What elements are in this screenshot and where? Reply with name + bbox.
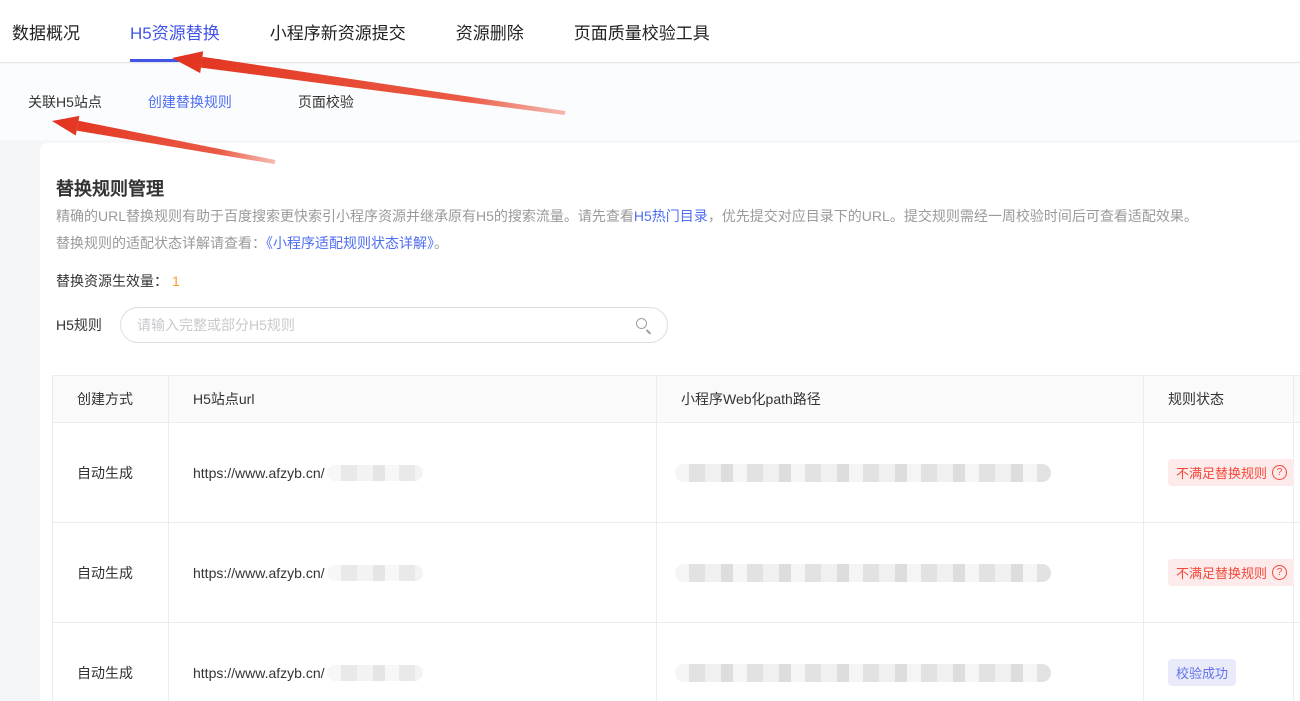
subtab-page-check[interactable]: 页面校验 [298,92,354,112]
table-row-2-url: https://www.afzyb.cn/ [169,523,657,623]
redacted-path-segment [675,664,1051,682]
redacted-url-segment [327,665,423,681]
desc-line1-text: 精确的URL替换规则有助于百度搜索更快索引小程序资源并继承原有H5的搜索流量。请… [56,208,634,224]
page: 数据概况 H5资源替换 小程序新资源提交 资源删除 页面质量校验工具 关联H5站… [0,0,1300,701]
effective-count-line: 替换资源生效量：1 [56,271,180,291]
url-text: https://www.afzyb.cn/ [193,565,325,581]
col-header-webpath: 小程序Web化path路径 [657,376,1144,423]
status-badge: 不满足替换规则? [1168,559,1295,586]
effective-count-label: 替换资源生效量： [56,273,168,289]
h5-rule-label: H5规则 [56,315,120,335]
table-row-1-overflow [1294,423,1300,523]
col-header-overflow [1294,376,1300,423]
replace-rule-panel: 替换规则管理 精确的URL替换规则有助于百度搜索更快索引小程序资源并继承原有H5… [40,143,1300,701]
panel-description: 精确的URL替换规则有助于百度搜索更快索引小程序资源并继承原有H5的搜索流量。请… [56,203,1286,257]
h5-rule-search-row: H5规则 [56,307,668,343]
adapt-rule-status-doc-link[interactable]: 《小程序适配规则状态详解》 [266,235,434,251]
sub-nav: 关联H5站点 创建替换规则 页面校验 [0,64,1300,140]
table-row-2-create-mode: 自动生成 [53,523,169,623]
redacted-path-segment [675,564,1051,582]
table-row-1-url: https://www.afzyb.cn/ [169,423,657,523]
url-text: https://www.afzyb.cn/ [193,465,325,481]
table-row-3-status: 校验成功 [1144,623,1294,701]
h5-rule-search-box [120,307,668,343]
table-row-3-url: https://www.afzyb.cn/ [169,623,657,701]
tab-h5-resource-replace[interactable]: H5资源替换 [130,0,220,62]
tab-resource-delete[interactable]: 资源删除 [456,0,524,62]
h5-rule-search-input[interactable] [137,309,627,341]
desc-line1-tail: ，优先提交对应目录下的URL。提交规则需经一周校验时间后可查看适配效果。 [708,208,1198,224]
tab-page-quality-check-tool[interactable]: 页面质量校验工具 [574,0,710,62]
subtab-create-replace-rule[interactable]: 创建替换规则 [148,92,232,112]
subtab-linked-h5-site[interactable]: 关联H5站点 [28,92,102,112]
table-row-2-status: 不满足替换规则? [1144,523,1294,623]
table-row-1-status: 不满足替换规则? [1144,423,1294,523]
redacted-url-segment [327,465,423,481]
help-icon[interactable]: ? [1272,465,1287,480]
table-row-2-path [657,523,1144,623]
search-icon[interactable] [635,317,653,335]
help-icon[interactable]: ? [1272,565,1287,580]
table-row-3-path [657,623,1144,701]
table-row-1-create-mode: 自动生成 [53,423,169,523]
table-row-3-create-mode: 自动生成 [53,623,169,701]
status-badge: 校验成功 [1168,659,1236,686]
col-header-create-mode: 创建方式 [53,376,169,423]
col-header-h5-site-url: H5站点url [169,376,657,423]
tab-new-resource-submit[interactable]: 小程序新资源提交 [270,0,406,62]
top-nav: 数据概况 H5资源替换 小程序新资源提交 资源删除 页面质量校验工具 [0,0,1300,63]
tab-data-overview[interactable]: 数据概况 [12,0,80,62]
url-text: https://www.afzyb.cn/ [193,665,325,681]
page-title: 替换规则管理 [56,175,164,201]
table-row-2-overflow [1294,523,1300,623]
effective-count-value: 1 [172,273,180,289]
table-row-1-path [657,423,1144,523]
desc-line2-text: 替换规则的适配状态详解请查看： [56,235,266,251]
status-badge: 不满足替换规则? [1168,459,1295,486]
redacted-path-segment [675,464,1051,482]
table-row-3-overflow [1294,623,1300,701]
col-header-rule-status: 规则状态 [1144,376,1294,423]
h5-hot-directory-link[interactable]: H5热门目录 [634,208,708,224]
redacted-url-segment [327,565,423,581]
replace-rule-table: 创建方式 H5站点url 小程序Web化path路径 规则状态 自动生成 htt… [52,375,1300,701]
desc-line2-tail: 。 [434,235,448,251]
